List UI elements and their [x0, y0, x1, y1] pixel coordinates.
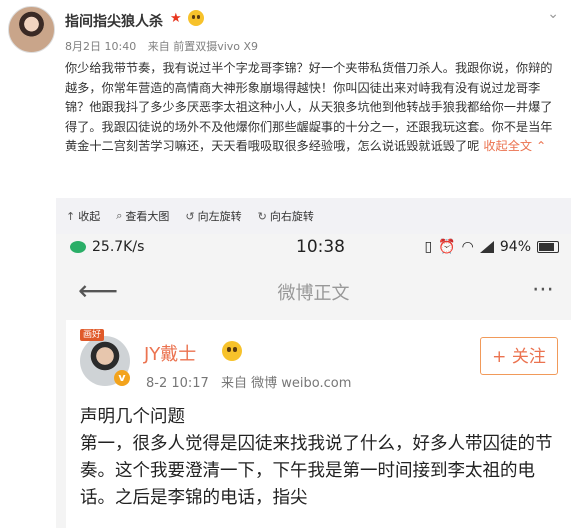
nav-bar: ⟵ 微博正文 ⋯	[56, 267, 571, 317]
collapse-button[interactable]: ↑ 收起	[66, 208, 100, 224]
weibo-card: 画好 v JY戴士 8-2 10:17 来自 微博 weibo.com + 关注…	[66, 320, 571, 528]
post-date[interactable]: 8月2日 10:40	[65, 40, 136, 53]
star-badge-icon: ★	[170, 11, 182, 26]
battery-icon	[537, 241, 559, 253]
status-bar: 25.7K/s 10:38 ▯ ⏰ ◠ 94%	[56, 234, 571, 264]
network-speed: 25.7K/s	[92, 239, 145, 255]
emoji-badge-icon	[188, 10, 204, 26]
rotate-left-icon: ↺	[185, 209, 195, 223]
post-body: 你少给我带节奏，我有说过半个字龙哥李锦？好一个夹带私货借刀杀人。我跟你说，你辩的…	[65, 59, 563, 157]
view-large-label: 查看大图	[125, 210, 170, 223]
image-toolbar: ↑ 收起 ⌕ 查看大图 ↺ 向左旋转 ↻ 向右旋转	[56, 198, 571, 234]
rotate-left-button[interactable]: ↺ 向左旋转	[185, 208, 241, 224]
rotate-left-label: 向左旋转	[197, 210, 242, 223]
card-meta: 8-2 10:17 来自 微博 weibo.com	[146, 372, 359, 391]
signal-icon	[479, 241, 494, 253]
more-icon[interactable]: ⋯	[532, 277, 555, 302]
collapse-label: 收起	[78, 210, 101, 223]
verified-icon: v	[114, 370, 130, 386]
alarm-icon: ⏰	[438, 239, 456, 255]
card-source: 来自 微博 weibo.com	[220, 376, 352, 391]
avatar[interactable]	[8, 6, 55, 53]
embedded-screenshot[interactable]: 25.7K/s 10:38 ▯ ⏰ ◠ 94% ⟵ 微博正文 ⋯ 画好 v JY…	[56, 234, 571, 528]
emoji-badge-icon	[222, 341, 242, 361]
view-large-button[interactable]: ⌕ 查看大图	[116, 208, 169, 224]
post-meta: 8月2日 10:40 来自 前置双摄vivo X9	[65, 38, 258, 54]
wifi-icon: ◠	[461, 239, 474, 255]
post-text: 你少给我带节奏，我有说过半个字龙哥李锦？好一个夹带私货借刀杀人。我跟你说，你辩的…	[65, 61, 553, 154]
post-username[interactable]: 指间指尖狼人杀	[65, 11, 163, 31]
post-header: 指间指尖狼人杀 ★ 8月2日 10:40 来自 前置双摄vivo X9 ⌄	[0, 0, 571, 56]
wechat-icon	[70, 241, 86, 253]
follow-button[interactable]: + 关注	[480, 337, 558, 375]
rotate-right-button[interactable]: ↻ 向右旋转	[258, 208, 314, 224]
status-time: 10:38	[296, 237, 345, 257]
nav-title: 微博正文	[277, 283, 350, 304]
avatar-tag: 画好	[80, 329, 105, 341]
rotate-right-icon: ↻	[257, 209, 267, 223]
vibrate-icon: ▯	[424, 239, 433, 255]
battery-percent: 94%	[499, 239, 531, 255]
post-source: 来自 前置双摄vivo X9	[147, 40, 259, 53]
rotate-right-label: 向右旋转	[269, 210, 314, 223]
collapse-icon: ↑	[66, 209, 76, 223]
magnify-icon: ⌕	[116, 209, 123, 222]
author-name[interactable]: JY戴士	[144, 340, 196, 366]
card-text: 声明几个问题 第一，很多人觉得是囚徒来找我说了什么，好多人带囚徒的节奏。这个我要…	[80, 407, 553, 508]
collapse-full-text-link[interactable]: 收起全文 ⌃	[483, 139, 546, 153]
chevron-down-icon[interactable]: ⌄	[547, 6, 559, 22]
card-date: 8-2 10:17	[146, 376, 209, 391]
